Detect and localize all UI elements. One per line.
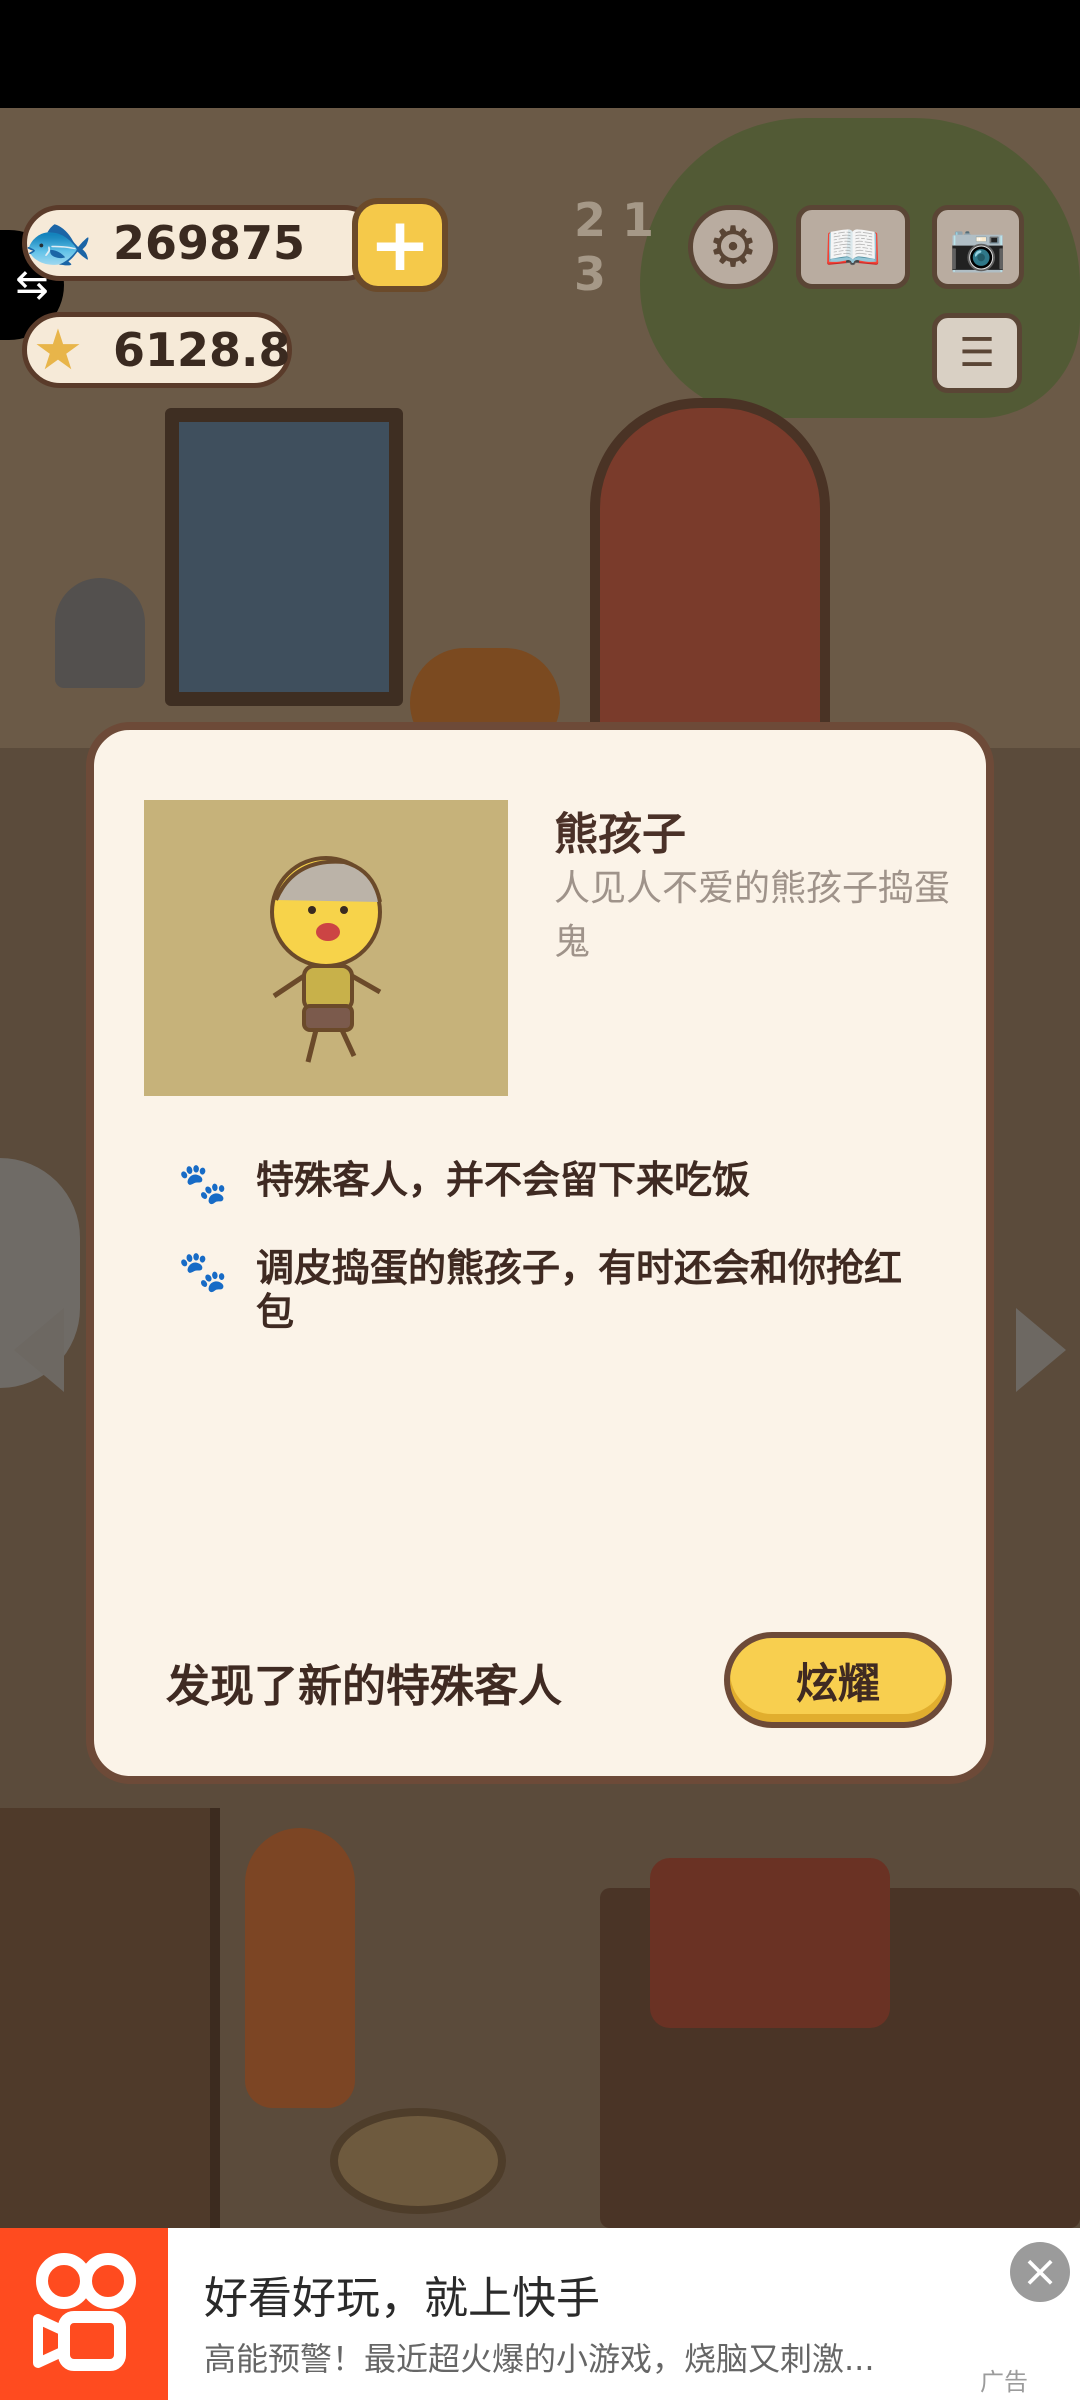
star-currency-counter: ★ 6128.8 bbox=[22, 312, 292, 388]
rank-icon[interactable]: 2 1 3 bbox=[574, 193, 664, 301]
fox-character bbox=[245, 1828, 355, 2108]
camera-icon[interactable]: 📷 bbox=[932, 205, 1024, 289]
new-guest-modal: 熊孩子 人见人不爱的熊孩子捣蛋鬼 🐾 特殊客人，并不会留下来吃饭 🐾 调皮捣蛋的… bbox=[86, 722, 994, 1784]
coffee-machine bbox=[650, 1858, 890, 2028]
fish-currency-value: 269875 bbox=[113, 216, 306, 270]
scroll-left-arrow[interactable] bbox=[14, 1308, 64, 1392]
scroll-right-arrow[interactable] bbox=[1016, 1308, 1066, 1392]
add-currency-button[interactable]: + bbox=[352, 198, 448, 292]
kid-character-icon bbox=[270, 856, 382, 1063]
trait-text: 特殊客人，并不会留下来吃饭 bbox=[256, 1158, 751, 1202]
star-currency-value: 6128.8 bbox=[113, 323, 291, 377]
decor-mat bbox=[330, 2108, 506, 2214]
decor-shelf bbox=[0, 1808, 220, 2228]
discover-message: 发现了新的特殊客人 bbox=[166, 1661, 562, 1712]
character-portrait bbox=[144, 800, 508, 1096]
rank-icon-label: 2 1 3 bbox=[574, 193, 655, 301]
decor-window bbox=[165, 408, 403, 706]
ad-title[interactable]: 好看好玩，就上快手 bbox=[204, 2262, 600, 2326]
ad-label: 广告 bbox=[980, 2368, 1028, 2396]
book-icon[interactable]: 📖 bbox=[796, 205, 910, 289]
character-description: 人见人不爱的熊孩子捣蛋鬼 bbox=[554, 868, 951, 963]
paw-icon: 🐾 bbox=[178, 1249, 228, 1295]
ad-banner[interactable]: 好看好玩，就上快手 高能预警！最近超火爆的小游戏，烧脑又刺激... × 广告 bbox=[0, 2228, 1080, 2400]
kuaishou-logo-mark bbox=[33, 2253, 136, 2371]
character-name: 熊孩子 bbox=[554, 809, 686, 860]
plus-icon: + bbox=[368, 202, 431, 288]
news-icon[interactable]: ☰ bbox=[932, 313, 1022, 393]
star-icon: ★ bbox=[32, 317, 84, 383]
decor-door bbox=[590, 398, 830, 768]
trait-item: 🐾 调皮捣蛋的熊孩子，有时还会和你抢红包 bbox=[178, 1246, 906, 1334]
trait-text: 调皮捣蛋的熊孩子，有时还会和你抢红包 bbox=[256, 1246, 903, 1334]
fish-icon: 🐟 bbox=[23, 211, 93, 276]
trait-item: 🐾 特殊客人，并不会留下来吃饭 bbox=[178, 1158, 906, 1214]
paw-icon: 🐾 bbox=[178, 1161, 228, 1207]
close-icon[interactable]: × bbox=[1010, 2242, 1070, 2302]
fish-currency-counter: 🐟 269875 bbox=[22, 205, 382, 281]
show-off-button[interactable]: 炫耀 bbox=[724, 1632, 952, 1728]
ad-subtitle[interactable]: 高能预警！最近超火爆的小游戏，烧脑又刺激... bbox=[204, 2334, 924, 2380]
settings-icon[interactable]: ⚙ bbox=[688, 205, 778, 289]
kuaishou-logo bbox=[0, 2228, 168, 2400]
decor-cake-dome bbox=[55, 578, 145, 688]
